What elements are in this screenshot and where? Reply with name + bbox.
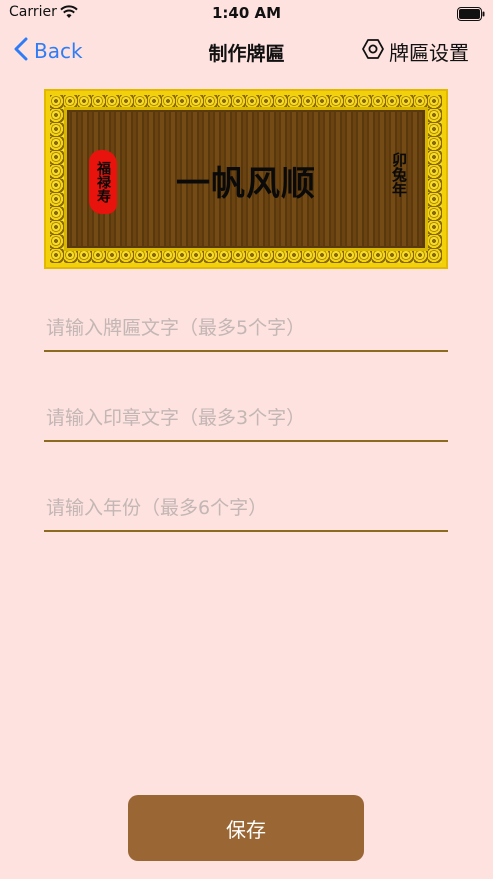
gear-icon — [361, 37, 389, 66]
navigation-bar: Back 制作牌匾 牌匾设置 — [0, 30, 493, 74]
plaque-board: 福禄寿 一帆风顺 卯兔年 — [64, 107, 428, 251]
status-bar: Carrier 1:40 AM — [0, 0, 493, 26]
year-field — [44, 490, 452, 532]
seal-text-field — [44, 400, 452, 442]
year-input[interactable] — [44, 490, 452, 526]
settings-label: 牌匾设置 — [389, 40, 469, 65]
back-label: Back — [34, 39, 83, 63]
back-button[interactable]: Back — [14, 36, 83, 66]
plaque-year-text: 卯兔年 — [390, 152, 408, 197]
seal-text-input[interactable] — [44, 400, 452, 436]
clock: 1:40 AM — [211, 4, 282, 22]
plaque-main-text: 一帆风顺 — [176, 164, 316, 204]
plaque-text-input[interactable] — [44, 310, 452, 346]
plaque-settings-button[interactable]: 牌匾设置 — [361, 36, 469, 66]
chevron-left-icon — [14, 37, 28, 66]
save-label: 保存 — [226, 817, 266, 842]
plaque-text-field — [44, 310, 452, 352]
save-button[interactable]: 保存 — [128, 795, 364, 861]
plaque-preview: 福禄寿 一帆风顺 卯兔年 — [44, 89, 448, 269]
battery-icon — [457, 6, 485, 25]
